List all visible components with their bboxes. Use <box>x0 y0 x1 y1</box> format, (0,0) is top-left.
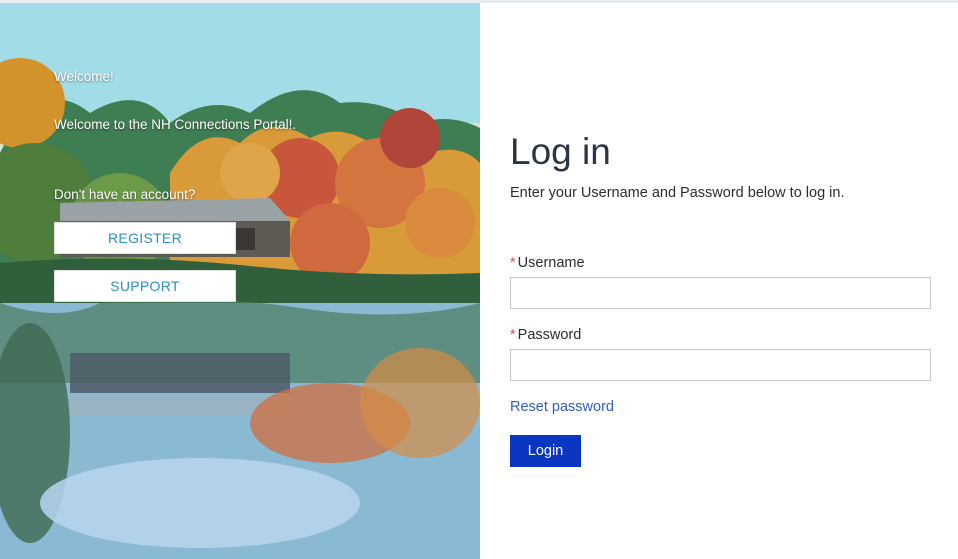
page-title: Log in <box>510 131 611 172</box>
password-label: * Password <box>510 327 581 343</box>
password-input[interactable] <box>510 349 931 381</box>
welcome-heading: Welcome! <box>54 69 114 84</box>
username-input[interactable] <box>510 277 931 309</box>
password-label-text: Password <box>517 327 582 343</box>
welcome-message: Welcome to the NH Connections Portal!. <box>54 117 297 132</box>
support-button[interactable]: SUPPORT <box>54 270 236 302</box>
username-label-text: Username <box>517 255 585 271</box>
username-label: * Username <box>510 255 585 271</box>
register-button[interactable]: REGISTER <box>54 222 236 254</box>
login-button[interactable]: Login <box>510 435 581 467</box>
required-marker: * <box>510 327 516 343</box>
login-instructions: Enter your Username and Password below t… <box>510 185 845 201</box>
required-marker: * <box>510 255 516 271</box>
reset-password-link[interactable]: Reset password <box>510 399 614 415</box>
login-panel: Log in Enter your Username and Password … <box>480 3 958 559</box>
no-account-prompt: Don't have an account? <box>54 187 196 202</box>
hero-panel: Welcome! Welcome to the NH Connections P… <box>0 3 480 559</box>
